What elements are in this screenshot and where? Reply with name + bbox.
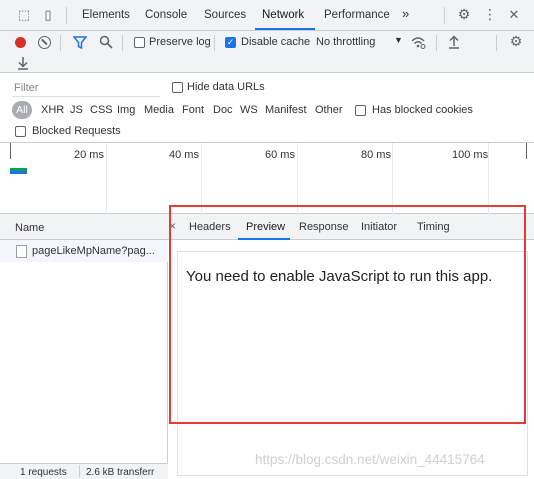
type-filter-other[interactable]: Other [315,104,343,116]
type-filter-manifest[interactable]: Manifest [265,104,307,116]
record-icon[interactable] [15,37,26,48]
divider [444,7,445,24]
summary-status-bar: 1 requests 2.6 kB transferr [0,463,168,479]
kebab-menu-icon[interactable]: ⋮ [482,7,498,21]
type-filter-font[interactable]: Font [182,104,204,116]
overview-right-handle[interactable] [526,143,527,159]
blocked-requests-checkbox[interactable] [15,126,26,137]
type-filter-media[interactable]: Media [144,104,174,116]
gridline [201,143,202,214]
time-tick: 20 ms [74,149,104,161]
gridline [106,143,107,214]
divider [60,35,61,51]
type-filter-doc[interactable]: Doc [213,104,233,116]
filter-funnel-icon[interactable] [73,36,87,49]
active-tab-indicator [255,28,315,30]
preserve-log-checkbox[interactable] [134,37,145,48]
network-conditions-wifi-icon[interactable] [410,35,426,49]
divider [436,35,437,51]
more-tabs-icon[interactable]: » [402,6,409,21]
type-filter-ws[interactable]: WS [240,104,258,116]
divider [214,35,215,51]
highlight-box [169,205,526,424]
throttling-select[interactable]: No throttling [316,36,375,48]
has-blocked-cookies-label: Has blocked cookies [372,104,473,116]
request-list: Name pageLikeMpName?pag... 1 requests 2.… [0,214,168,479]
name-column-header[interactable]: Name [0,214,168,240]
type-filter-css[interactable]: CSS [90,104,113,116]
type-filter-js[interactable]: JS [70,104,83,116]
disable-cache-checkbox[interactable]: ✓ [225,37,236,48]
devtools-tabbar: ⬚ ▯ Elements Console Sources Network Per… [0,0,534,31]
transferred-size: 2.6 kB transferr [86,467,155,478]
gridline [488,143,489,214]
name-column-label: Name [15,222,45,234]
type-filter-img[interactable]: Img [117,104,135,116]
network-toolbar: Preserve log ✓ Disable cache No throttli… [0,31,534,73]
network-overview[interactable]: 20 ms 40 ms 60 ms 80 ms 100 ms [0,143,534,214]
divider [66,7,67,24]
gridline [392,143,393,214]
chevron-down-icon[interactable]: ▼ [394,35,403,45]
request-name: pageLikeMpName?pag... [32,245,155,257]
time-tick: 60 ms [265,149,295,161]
export-har-icon[interactable] [17,56,29,70]
inspect-element-icon[interactable]: ⬚ [16,8,32,22]
tab-network[interactable]: Network [262,9,304,21]
network-settings-gear-icon[interactable]: ⚙ [508,34,524,48]
has-blocked-cookies-checkbox[interactable] [355,105,366,116]
gridline [297,143,298,214]
type-filter-xhr[interactable]: XHR [41,104,64,116]
tab-console[interactable]: Console [145,9,187,21]
device-toolbar-icon[interactable]: ▯ [40,8,56,22]
tab-sources[interactable]: Sources [204,9,246,21]
disable-cache-label: Disable cache [241,36,311,48]
settings-gear-icon[interactable]: ⚙ [456,7,472,21]
blocked-requests-label: Blocked Requests [32,125,121,137]
divider [79,465,80,477]
type-filter-all[interactable]: All [12,101,32,119]
filter-input[interactable] [12,80,160,97]
time-tick: 100 ms [452,149,489,161]
hide-data-urls-label: Hide data URLs [187,81,265,93]
divider [496,35,497,51]
preserve-log-label: Preserve log [149,36,211,48]
filter-bar: Hide data URLs All XHR JS CSS Img Media … [0,73,534,143]
request-row[interactable]: pageLikeMpName?pag... [0,240,168,262]
request-timing-bar [10,171,27,174]
hide-data-urls-checkbox[interactable] [172,82,183,93]
search-icon[interactable] [99,35,113,49]
request-count: 1 requests [20,467,67,478]
document-icon [16,245,27,258]
clear-icon[interactable] [38,36,51,49]
overview-left-handle[interactable] [10,143,11,159]
divider [122,35,123,51]
tab-elements[interactable]: Elements [82,9,130,21]
close-devtools-icon[interactable]: ✕ [506,8,522,22]
time-tick: 80 ms [361,149,391,161]
import-har-icon[interactable] [448,35,460,49]
watermark: https://blog.csdn.net/weixin_44415764 [255,452,485,467]
time-tick: 40 ms [169,149,199,161]
tab-performance[interactable]: Performance [324,9,390,21]
